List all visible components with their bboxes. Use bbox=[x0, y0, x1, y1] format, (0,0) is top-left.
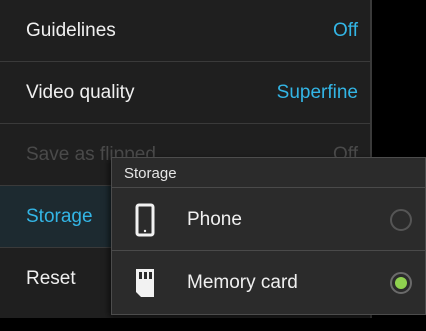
setting-label: Video quality bbox=[26, 81, 135, 103]
storage-option-memory-card[interactable]: Memory card bbox=[112, 252, 425, 314]
setting-video-quality[interactable]: Video quality Superfine bbox=[0, 62, 370, 124]
setting-guidelines[interactable]: Guidelines Off bbox=[0, 0, 370, 62]
storage-option-phone[interactable]: Phone bbox=[112, 189, 425, 251]
setting-label: Reset bbox=[26, 268, 76, 289]
phone-icon bbox=[131, 203, 159, 237]
setting-label: Storage bbox=[26, 205, 93, 227]
storage-dialog: Storage Phone Memory card bbox=[111, 157, 426, 315]
radio-button-phone[interactable] bbox=[390, 208, 412, 231]
memory-card-icon bbox=[131, 266, 159, 300]
dialog-title: Storage bbox=[124, 165, 177, 182]
dialog-title-bar: Storage bbox=[112, 158, 425, 188]
option-label: Phone bbox=[187, 208, 242, 230]
setting-value: Superfine bbox=[276, 81, 358, 103]
setting-label: Guidelines bbox=[26, 19, 116, 41]
screen: Guidelines Off Video quality Superfine S… bbox=[0, 0, 426, 331]
radio-button-memory-card[interactable] bbox=[390, 272, 412, 294]
setting-value: Off bbox=[333, 19, 358, 41]
option-label: Memory card bbox=[187, 272, 298, 293]
